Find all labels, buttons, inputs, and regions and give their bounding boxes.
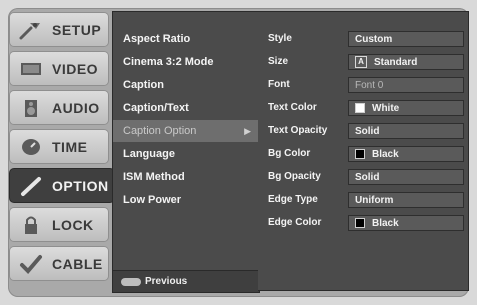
option-row-font: Font Font 0 [258,74,469,96]
menu-item-aspect-ratio[interactable]: Aspect Ratio [113,28,259,50]
option-label: Font [268,79,290,90]
option-value: Black [372,217,399,229]
category-sidebar: SETUP VIDEO AUDIO TIME OPTION LOCK CABLE [10,13,114,291]
option-label: Text Color [268,102,317,113]
sidebar-item-label: OPTION [52,177,109,194]
option-row-style: Style Custom [258,28,469,50]
menu-item-caption[interactable]: Caption [113,74,259,96]
caption-option-panel: Style Custom Size A Standard Font Font 0… [258,11,469,291]
bg-opacity-selector[interactable]: Solid [348,169,464,185]
menu-item-caption-text[interactable]: Caption/Text [113,97,259,119]
color-swatch [355,103,365,113]
sidebar-item-setup[interactable]: SETUP [10,13,108,46]
option-row-bg-opacity: Bg Opacity Solid [258,166,469,188]
option-value: Solid [355,125,380,137]
option-row-text-opacity: Text Opacity Solid [258,120,469,142]
clock-icon [16,135,46,159]
menu-item-cinema-mode[interactable]: Cinema 3:2 Mode [113,51,259,73]
menu-item-caption-option[interactable]: Caption Option ▶ [113,120,259,142]
option-label: Edge Type [268,194,318,205]
wrench-satellite-icon [16,18,46,42]
option-label: Text Opacity [268,125,328,136]
option-label: Bg Opacity [268,171,321,182]
font-selector[interactable]: Font 0 [348,77,464,93]
option-row-text-color: Text Color White [258,97,469,119]
return-key-icon [121,277,141,286]
option-label: Edge Color [268,217,322,228]
option-label: Bg Color [268,148,311,159]
sidebar-item-label: CABLE [52,255,103,272]
edge-type-selector[interactable]: Uniform [348,192,464,208]
option-menu: Aspect Ratio Cinema 3:2 Mode Caption Cap… [112,11,260,293]
option-row-bg-color: Bg Color Black [258,143,469,165]
sidebar-item-audio[interactable]: AUDIO [10,91,108,124]
previous-label: Previous [145,276,188,287]
lock-icon [16,213,46,237]
option-value: Standard [374,56,418,68]
sidebar-item-label: SETUP [52,21,102,38]
option-label: Style [268,33,292,44]
sidebar-item-option[interactable]: OPTION [10,169,114,202]
previous-button[interactable]: Previous [113,270,259,292]
option-value: White [372,102,400,114]
size-selector[interactable]: A Standard [348,54,464,70]
option-row-edge-type: Edge Type Uniform [258,189,469,211]
option-value: Font 0 [355,79,384,91]
option-value: Uniform [355,194,394,206]
cable-check-icon [16,252,46,276]
sidebar-item-label: AUDIO [52,99,100,116]
sidebar-item-lock[interactable]: LOCK [10,208,108,241]
option-value: Black [372,148,399,160]
font-size-icon: A [355,56,367,68]
option-value: Custom [355,33,393,45]
sidebar-item-label: LOCK [52,216,94,233]
menu-item-label: Caption Option [123,125,197,137]
speaker-icon [16,96,46,120]
color-swatch [355,149,365,159]
sidebar-item-cable[interactable]: CABLE [10,247,108,280]
text-color-selector[interactable]: White [348,100,464,116]
style-selector[interactable]: Custom [348,31,464,47]
bg-color-selector[interactable]: Black [348,146,464,162]
color-swatch [355,218,365,228]
text-opacity-selector[interactable]: Solid [348,123,464,139]
sidebar-item-time[interactable]: TIME [10,130,108,163]
option-label: Size [268,56,289,67]
menu-item-ism-method[interactable]: ISM Method [113,166,259,188]
option-value: Solid [355,171,380,183]
menu-item-low-power[interactable]: Low Power [113,189,259,211]
tv-monitor-icon [16,57,46,81]
option-row-size: Size A Standard [258,51,469,73]
sidebar-item-label: VIDEO [52,60,99,77]
option-row-edge-color: Edge Color Black [258,212,469,234]
menu-item-language[interactable]: Language [113,143,259,165]
edge-color-selector[interactable]: Black [348,215,464,231]
pen-icon [16,174,46,198]
sidebar-item-video[interactable]: VIDEO [10,52,108,85]
sidebar-item-label: TIME [52,138,88,155]
chevron-right-icon: ▶ [244,126,251,136]
